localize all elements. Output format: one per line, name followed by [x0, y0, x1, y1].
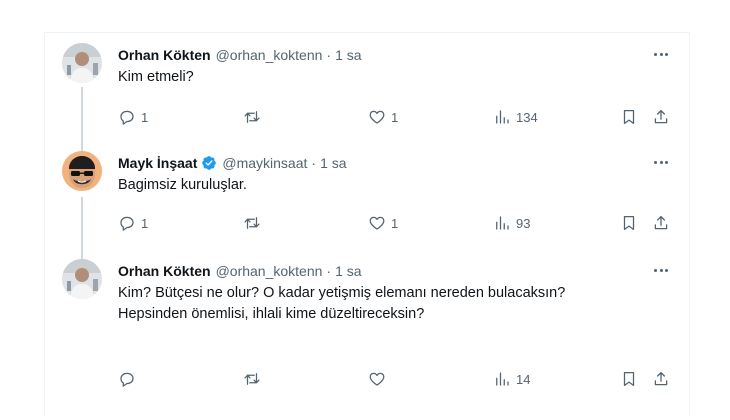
display-name[interactable]: Orhan Kökten [118, 47, 211, 63]
bookmark-icon [623, 215, 635, 231]
view-count: 93 [516, 215, 531, 231]
timestamp[interactable]: 1 sa [335, 263, 361, 279]
reply-icon [120, 110, 134, 125]
bookmark-button[interactable] [620, 107, 638, 127]
like-button[interactable]: 1 [368, 107, 398, 127]
tweet[interactable]: Mayk İnşaat @maykinsaat · 1 sa Bagimsiz … [45, 151, 691, 269]
analytics-icon [496, 372, 509, 386]
views-button[interactable]: 93 [493, 213, 530, 233]
reply-count: 1 [141, 215, 149, 231]
more-options-icon[interactable] [651, 153, 671, 171]
like-count: 1 [391, 215, 399, 231]
verified-badge-icon [202, 156, 217, 170]
separator-dot: · [326, 263, 332, 279]
share-icon [654, 109, 668, 124]
reply-icon [120, 216, 134, 231]
reply-count: 1 [141, 109, 149, 125]
reply-button[interactable] [118, 369, 136, 389]
bookmark-button[interactable] [620, 369, 638, 389]
retweet-icon [244, 217, 260, 229]
heart-icon [369, 216, 385, 230]
tweet-actions: 1 1 134 [118, 107, 678, 127]
share-icon [654, 371, 668, 386]
share-button[interactable] [652, 213, 670, 233]
view-count: 134 [516, 109, 538, 125]
tweet-text-line: Kim? Bütçesi ne olur? O kadar yetişmiş e… [118, 285, 566, 301]
tweet[interactable]: Orhan Kökten @orhan_koktenn · 1 sa Kim? … [45, 259, 691, 417]
share-button[interactable] [652, 369, 670, 389]
separator-dot: · [311, 155, 317, 171]
tweet-text-line: Hepsinden önemlisi, ihlali kime düzeltir… [118, 306, 425, 322]
tweet-actions: 1 1 93 [118, 213, 678, 233]
tweet-actions: 14 [118, 369, 678, 389]
tweet-text: Kim? Bütçesi ne olur? O kadar yetişmiş e… [118, 283, 668, 325]
analytics-icon [496, 110, 509, 124]
reply-button[interactable]: 1 [118, 213, 148, 233]
views-button[interactable]: 14 [493, 369, 530, 389]
timestamp[interactable]: 1 sa [335, 47, 361, 63]
separator-dot: · [326, 47, 332, 63]
tweet-text: Kim etmeli? [118, 69, 194, 85]
tweet[interactable]: Orhan Kökten @orhan_koktenn · 1 sa Kim e… [45, 43, 691, 161]
timestamp[interactable]: 1 sa [320, 155, 346, 171]
user-avatar[interactable] [62, 259, 102, 299]
user-handle[interactable]: @orhan_koktenn [216, 47, 323, 63]
retweet-button[interactable] [243, 213, 261, 233]
thread-connector [81, 87, 83, 161]
heart-icon [369, 110, 385, 124]
view-count: 14 [516, 371, 531, 387]
display-name[interactable]: Orhan Kökten [118, 263, 211, 279]
like-button[interactable]: 1 [368, 213, 398, 233]
tweet-thread: Orhan Kökten @orhan_koktenn · 1 sa Kim e… [44, 32, 690, 416]
retweet-icon [244, 373, 260, 385]
retweet-button[interactable] [243, 369, 261, 389]
display-name[interactable]: Mayk İnşaat [118, 155, 197, 171]
user-handle[interactable]: @maykinsaat [222, 155, 307, 171]
share-icon [654, 215, 668, 230]
reply-icon [120, 372, 134, 387]
more-options-icon[interactable] [651, 45, 671, 63]
user-handle[interactable]: @orhan_koktenn [216, 263, 323, 279]
user-avatar[interactable] [62, 151, 102, 191]
like-count: 1 [391, 109, 399, 125]
user-avatar[interactable] [62, 43, 102, 83]
tweet-text: Bagimsiz kuruluşlar. [118, 177, 247, 193]
bookmark-button[interactable] [620, 213, 638, 233]
retweet-button[interactable] [243, 107, 261, 127]
share-button[interactable] [652, 107, 670, 127]
retweet-icon [244, 111, 260, 123]
analytics-icon [496, 216, 509, 230]
more-options-icon[interactable] [651, 261, 671, 279]
views-button[interactable]: 134 [493, 107, 538, 127]
like-button[interactable] [368, 369, 386, 389]
reply-button[interactable]: 1 [118, 107, 148, 127]
bookmark-icon [623, 371, 635, 387]
heart-icon [369, 372, 385, 386]
bookmark-icon [623, 109, 635, 125]
